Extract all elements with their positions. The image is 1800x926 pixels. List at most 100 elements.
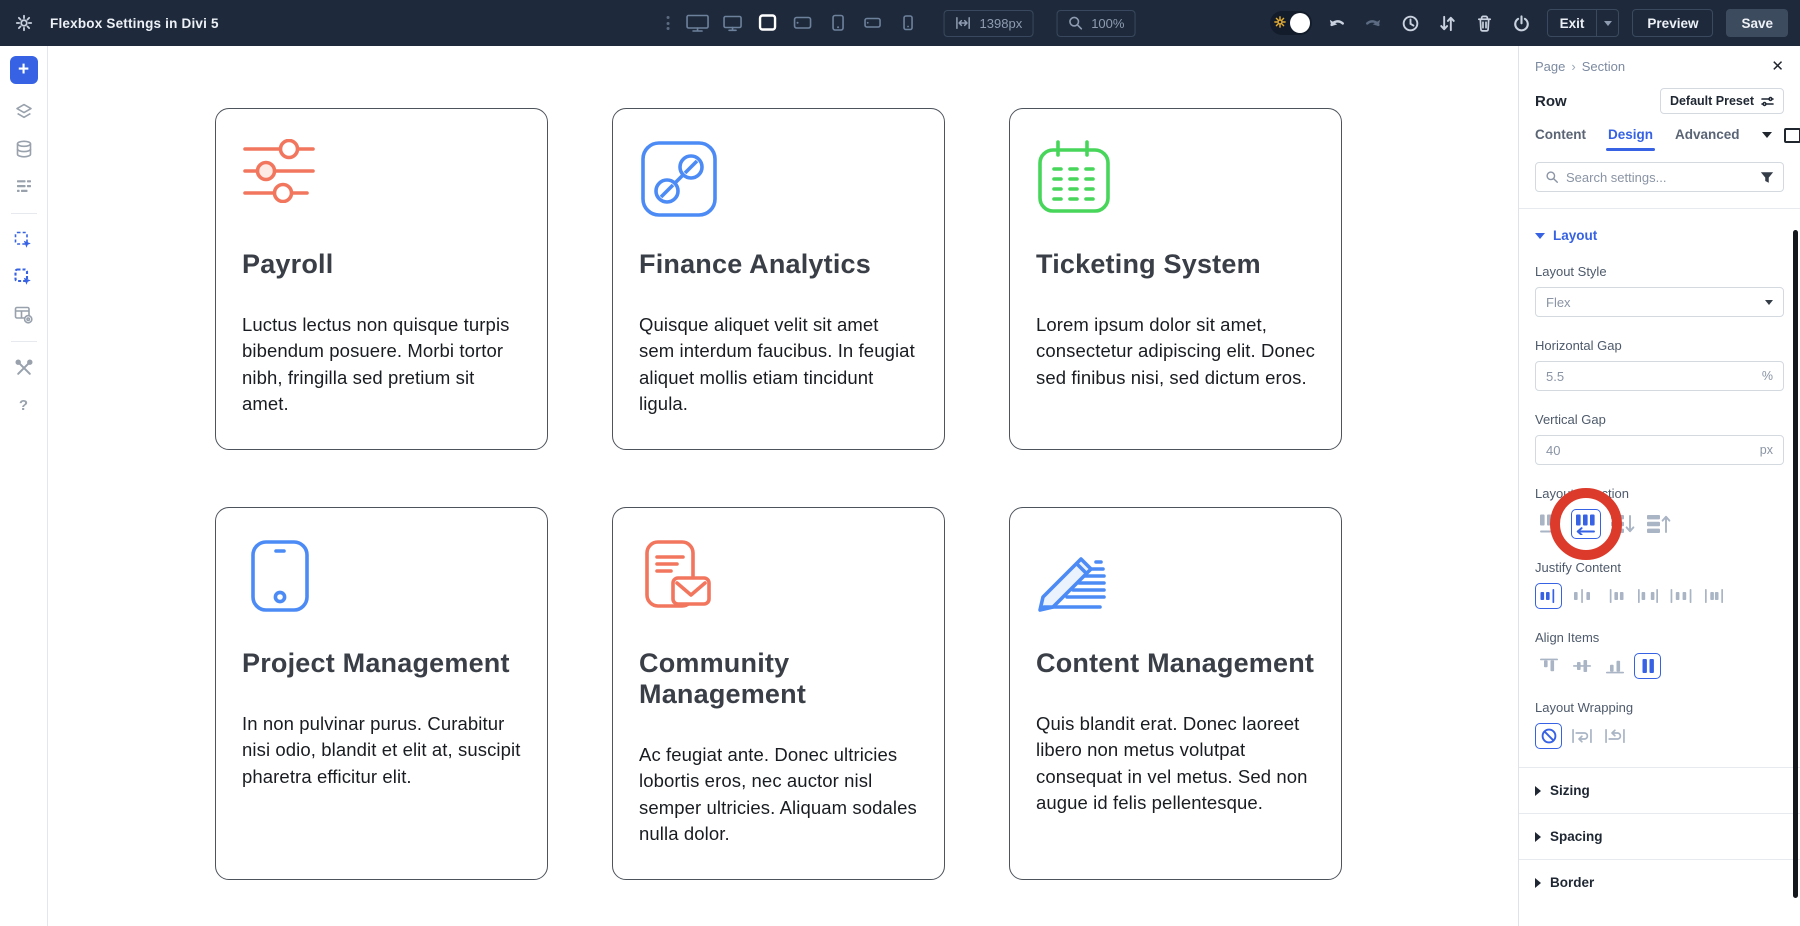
layers-icon[interactable] — [10, 98, 38, 126]
vertical-gap-label: Vertical Gap — [1535, 412, 1784, 427]
library-icon[interactable] — [10, 300, 38, 328]
history-icon[interactable] — [1399, 11, 1423, 35]
exit-button[interactable]: Exit — [1547, 9, 1620, 37]
blurb-card[interactable]: Finance Analytics Quisque aliquet velit … — [612, 108, 945, 450]
preset-sliders-icon — [1761, 96, 1774, 107]
device-tablet-icon[interactable] — [825, 10, 851, 36]
device-phone-icon[interactable] — [895, 10, 921, 36]
click-mode-icon[interactable] — [10, 263, 38, 291]
card-title: Finance Analytics — [639, 249, 918, 280]
outline-view-icon[interactable] — [10, 172, 38, 200]
undo-icon[interactable] — [1325, 11, 1349, 35]
blurb-card[interactable]: Ticketing System Lorem ipsum dolor sit a… — [1009, 108, 1342, 450]
select-caret-icon — [1765, 300, 1773, 305]
layout-direction-column-reverse-button[interactable] — [1643, 509, 1673, 539]
trash-icon[interactable] — [1473, 11, 1497, 35]
zoom-control[interactable]: 100% — [1056, 10, 1135, 37]
blurb-card[interactable]: Payroll Luctus lectus non quisque turpis… — [215, 108, 548, 450]
responsive-preview-icon[interactable] — [1784, 128, 1800, 143]
builder-canvas: Payroll Luctus lectus non quisque turpis… — [48, 46, 1518, 926]
topbar-center: 1398px 100% — [665, 0, 1136, 46]
justify-content-center-button[interactable] — [1568, 583, 1595, 609]
layout-style-select[interactable]: Flex — [1535, 287, 1784, 317]
topbar-right: Exit Preview Save — [1270, 0, 1788, 46]
canvas-width-control[interactable]: 1398px — [944, 10, 1034, 37]
layout-direction-row-reverse-button[interactable] — [1571, 509, 1601, 539]
card-body-text: Lorem ipsum dolor sit amet, consectetur … — [1036, 312, 1315, 391]
justify-content-space-around-button[interactable] — [1667, 583, 1694, 609]
blurb-card[interactable]: Community Management Ac feugiat ante. Do… — [612, 507, 945, 880]
align-items-align-start-button[interactable] — [1535, 653, 1562, 679]
page-title: Flexbox Settings in Divi 5 — [50, 16, 219, 31]
layout-direction-options — [1535, 509, 1784, 539]
redo-icon[interactable] — [1362, 11, 1386, 35]
device-tablet-landscape-icon[interactable] — [790, 10, 816, 36]
save-button[interactable]: Save — [1726, 9, 1788, 37]
breadcrumb-page[interactable]: Page — [1535, 59, 1565, 74]
close-icon[interactable]: ✕ — [1771, 59, 1784, 74]
tools-icon[interactable] — [10, 354, 38, 382]
filter-icon[interactable] — [1760, 171, 1774, 184]
database-icon[interactable] — [10, 135, 38, 163]
sort-order-icon[interactable] — [1436, 11, 1460, 35]
justify-content-space-between-button[interactable] — [1634, 583, 1661, 609]
justify-content-flex-end-button[interactable] — [1601, 583, 1628, 609]
interaction-mode-icon[interactable] — [10, 226, 38, 254]
default-preset-button[interactable]: Default Preset — [1660, 88, 1784, 114]
tab-design[interactable]: Design — [1608, 127, 1653, 151]
device-phone-landscape-icon[interactable] — [860, 10, 886, 36]
align-items-align-center-button[interactable] — [1568, 653, 1595, 679]
layout-wrapping-wrap-reverse-button[interactable] — [1601, 723, 1628, 749]
preview-button[interactable]: Preview — [1632, 9, 1713, 37]
vertical-gap-field: px — [1535, 435, 1784, 465]
builder-mode-toggle[interactable] — [1270, 11, 1312, 35]
justify-content-flex-start-button[interactable] — [1535, 583, 1562, 609]
sizing-section-header[interactable]: Sizing — [1519, 767, 1800, 813]
justify-content-space-evenly-button[interactable] — [1700, 583, 1727, 609]
sidebar-divider — [11, 341, 37, 342]
settings-tabs: Content Design Advanced — [1535, 127, 1784, 151]
align-items-label: Align Items — [1535, 630, 1784, 645]
tab-advanced[interactable]: Advanced — [1675, 127, 1740, 151]
device-laptop-icon[interactable] — [755, 10, 781, 36]
card-title: Project Management — [242, 648, 521, 679]
section-collapsed-triangle-icon — [1535, 832, 1541, 842]
horizontal-gap-input[interactable] — [1546, 369, 1762, 384]
help-icon[interactable]: ? — [10, 391, 38, 419]
settings-gear-icon[interactable] — [12, 11, 36, 35]
layout-wrapping-wrap-button[interactable] — [1568, 723, 1595, 749]
layout-style-label: Layout Style — [1535, 264, 1784, 279]
device-desktop-icon[interactable] — [720, 10, 746, 36]
card-title: Payroll — [242, 249, 521, 280]
layout-style-value: Flex — [1546, 295, 1765, 310]
layout-direction-row-button[interactable] — [1535, 509, 1565, 539]
more-options-icon[interactable] — [665, 16, 672, 30]
layout-wrapping-nowrap-button[interactable] — [1535, 723, 1562, 749]
exit-dropdown-caret[interactable] — [1596, 10, 1618, 36]
breadcrumb-section[interactable]: Section — [1582, 59, 1625, 74]
sliders-icon — [242, 139, 521, 227]
section-collapsed-triangle-icon — [1535, 786, 1541, 796]
blurb-card[interactable]: Content Management Quis blandit erat. Do… — [1009, 507, 1342, 880]
search-settings-input[interactable] — [1566, 170, 1753, 185]
layout-direction-column-button[interactable] — [1607, 509, 1637, 539]
portability-icon[interactable] — [1510, 11, 1534, 35]
vertical-gap-input[interactable] — [1546, 443, 1760, 458]
tab-content[interactable]: Content — [1535, 127, 1586, 151]
border-section-header[interactable]: Border — [1519, 859, 1800, 905]
card-title: Content Management — [1036, 648, 1315, 679]
layout-section-header[interactable]: Layout — [1535, 228, 1784, 243]
breadcrumb-chevron-icon: › — [1571, 59, 1575, 74]
vertical-gap-unit: px — [1760, 443, 1773, 457]
add-module-button[interactable]: + — [10, 56, 38, 84]
align-items-stretch-button[interactable] — [1634, 653, 1661, 679]
canvas-width-value: 1398px — [980, 16, 1023, 31]
card-body-text: Luctus lectus non quisque turpis bibendu… — [242, 312, 521, 417]
device-desktop-large-icon[interactable] — [685, 10, 711, 36]
tabs-dropdown-caret-icon[interactable] — [1762, 132, 1772, 138]
panel-scrollbar[interactable] — [1793, 230, 1798, 898]
align-items-align-end-button[interactable] — [1601, 653, 1628, 679]
spacing-section-header[interactable]: Spacing — [1519, 813, 1800, 859]
gear-sun-icon — [1274, 15, 1286, 33]
blurb-card[interactable]: Project Management In non pulvinar purus… — [215, 507, 548, 880]
